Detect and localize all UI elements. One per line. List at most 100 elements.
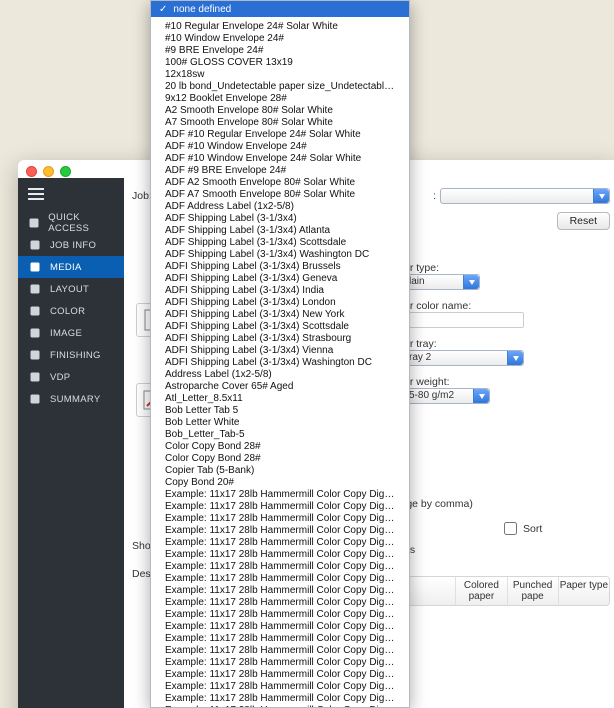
dropdown-list: #10 Regular Envelope 24# Solar White#10 … [151, 17, 409, 708]
dropdown-item[interactable]: ADFI Shipping Label (3-1/3x4) Brussels [151, 261, 409, 273]
dropdown-item[interactable]: Bob Letter Tab 5 [151, 405, 409, 417]
dropdown-item[interactable]: ADF Address Label (1x2-5/8) [151, 201, 409, 213]
color-icon [28, 304, 42, 318]
dropdown-item[interactable]: Example: 11x17 28lb Hammermill Color Cop… [151, 501, 409, 513]
dropdown-item[interactable]: Example: 11x17 28lb Hammermill Color Cop… [151, 657, 409, 669]
dropdown-item[interactable]: ADFI Shipping Label (3-1/3x4) Geneva [151, 273, 409, 285]
dropdown-item[interactable]: Astroparche Cover 65# Aged [151, 381, 409, 393]
dropdown-item[interactable]: Example: 11x17 28lb Hammermill Color Cop… [151, 621, 409, 633]
window-min[interactable] [43, 166, 54, 177]
dropdown-item[interactable]: ADFI Shipping Label (3-1/3x4) Vienna [151, 345, 409, 357]
job-label: Job: [132, 190, 152, 202]
dropdown-item[interactable]: Bob Letter White [151, 417, 409, 429]
dropdown-item[interactable]: Example: 11x17 28lb Hammermill Color Cop… [151, 537, 409, 549]
dropdown-item[interactable]: 12x18sw [151, 69, 409, 81]
dropdown-item[interactable]: ADFI Shipping Label (3-1/3x4) Strasbourg [151, 333, 409, 345]
dropdown-item[interactable]: Example: 11x17 28lb Hammermill Color Cop… [151, 549, 409, 561]
dropdown-item[interactable]: Example: 11x17 28lb Hammermill Color Cop… [151, 693, 409, 705]
dropdown-item[interactable]: ADF Shipping Label (3-1/3x4) Washington … [151, 249, 409, 261]
sidebar-item-job-info[interactable]: JOB INFO [18, 234, 124, 256]
sidebar-item-media[interactable]: MEDIA [18, 256, 124, 278]
dropdown-item[interactable]: ADFI Shipping Label (3-1/3x4) London [151, 297, 409, 309]
dropdown-item[interactable]: Copy Bond 20# [151, 477, 409, 489]
sidebar-item-quick-access[interactable]: QUICK ACCESS [18, 212, 124, 234]
dropdown-item[interactable]: ADF #10 Regular Envelope 24# Solar White [151, 129, 409, 141]
paper-catalog-dropdown[interactable]: none defined #10 Regular Envelope 24# So… [150, 0, 410, 708]
dropdown-item[interactable]: Bob_Letter_Tab-5 [151, 429, 409, 441]
dropdown-item[interactable]: Example: 11x17 28lb Hammermill Color Cop… [151, 669, 409, 681]
window-controls [26, 166, 71, 177]
dropdown-selected[interactable]: none defined [151, 1, 409, 17]
dropdown-item[interactable]: ADFI Shipping Label (3-1/3x4) India [151, 285, 409, 297]
sidebar-item-label: IMAGE [50, 328, 82, 339]
sort-checkbox[interactable] [504, 522, 517, 535]
dropdown-item[interactable]: ADF #10 Window Envelope 24# [151, 141, 409, 153]
dropdown-item[interactable]: #9 BRE Envelope 24# [151, 45, 409, 57]
col-4[interactable]: Paper type [558, 577, 609, 605]
dropdown-item[interactable]: 20 lb bond_Undetectable paper size_Undet… [151, 81, 409, 93]
sort-label: Sort [523, 523, 542, 535]
dropdown-item[interactable]: A2 Smooth Envelope 80# Solar White [151, 105, 409, 117]
dropdown-item[interactable]: #10 Regular Envelope 24# Solar White [151, 21, 409, 33]
sidebar: QUICK ACCESS JOB INFO MEDIA LAYOUTCOLOR IMAG… [18, 178, 124, 708]
window-max[interactable] [60, 166, 71, 177]
dropdown-item[interactable]: Example: 11x17 28lb Hammermill Color Cop… [151, 525, 409, 537]
right-top-select[interactable] [440, 188, 610, 204]
paper-tray-select[interactable]: ray 2 [404, 350, 524, 366]
finishing-icon [28, 348, 42, 362]
sidebar-item-finishing[interactable]: FINISHING [18, 344, 124, 366]
dropdown-item[interactable]: Example: 11x17 28lb Hammermill Color Cop… [151, 597, 409, 609]
dropdown-item[interactable]: ADF Shipping Label (3-1/3x4) [151, 213, 409, 225]
dropdown-item[interactable]: ADFI Shipping Label (3-1/3x4) Washington… [151, 357, 409, 369]
dropdown-item[interactable]: Example: 11x17 28lb Hammermill Color Cop… [151, 513, 409, 525]
vdp-icon [28, 370, 42, 384]
reset-button[interactable]: Reset [557, 212, 610, 230]
col-1[interactable] [405, 577, 455, 605]
paper-weight-select[interactable]: 5-80 g/m2 [404, 388, 490, 404]
dropdown-item[interactable]: ADF #10 Window Envelope 24# Solar White [151, 153, 409, 165]
hamburger-icon[interactable] [28, 188, 44, 202]
paper-color-input[interactable] [404, 312, 524, 328]
sidebar-item-layout[interactable]: LAYOUT [18, 278, 124, 300]
sidebar-item-label: JOB INFO [50, 240, 96, 251]
dropdown-item[interactable]: Example: 11x17 28lb Hammermill Color Cop… [151, 633, 409, 645]
sidebar-item-summary[interactable]: SUMMARY [18, 388, 124, 410]
dropdown-selected-label: none defined [173, 4, 231, 15]
dropdown-item[interactable]: ADF A7 Smooth Envelope 80# Solar White [151, 189, 409, 201]
sidebar-item-label: QUICK ACCESS [48, 212, 114, 234]
dropdown-item[interactable]: Color Copy Bond 28# [151, 441, 409, 453]
dropdown-item[interactable]: Atl_Letter_8.5x11 [151, 393, 409, 405]
dropdown-item[interactable]: ADF Shipping Label (3-1/3x4) Atlanta [151, 225, 409, 237]
dropdown-item[interactable]: Example: 11x17 28lb Hammermill Color Cop… [151, 585, 409, 597]
dropdown-item[interactable]: Example: 11x17 28lb Hammermill Color Cop… [151, 561, 409, 573]
dropdown-item[interactable]: ADFI Shipping Label (3-1/3x4) Scottsdale [151, 321, 409, 333]
dropdown-item[interactable]: 9x12 Booklet Envelope 28# [151, 93, 409, 105]
sidebar-item-color[interactable]: COLOR [18, 300, 124, 322]
sidebar-item-vdp[interactable]: VDP [18, 366, 124, 388]
dropdown-item[interactable]: A7 Smooth Envelope 80# Solar White [151, 117, 409, 129]
window-close[interactable] [26, 166, 37, 177]
dropdown-item[interactable]: Example: 11x17 28lb Hammermill Color Cop… [151, 681, 409, 693]
col-2[interactable]: Colored paper [455, 577, 506, 605]
dropdown-item[interactable]: ADF A2 Smooth Envelope 80# Solar White [151, 177, 409, 189]
dropdown-item[interactable]: Example: 11x17 28lb Hammermill Color Cop… [151, 645, 409, 657]
sidebar-item-image[interactable]: IMAGE [18, 322, 124, 344]
col-3[interactable]: Punched pape [507, 577, 558, 605]
sidebar-item-label: MEDIA [50, 262, 82, 273]
dropdown-item[interactable]: Address Label (1x2-5/8) [151, 369, 409, 381]
paper-type-select[interactable]: lain [404, 274, 480, 290]
dropdown-item[interactable]: Copier Tab (5-Bank) [151, 465, 409, 477]
dropdown-item[interactable]: 100# GLOSS COVER 13x19 [151, 57, 409, 69]
sidebar-item-label: VDP [50, 372, 70, 383]
dropdown-item[interactable]: ADFI Shipping Label (3-1/3x4) New York [151, 309, 409, 321]
dropdown-item[interactable]: Example: 11x17 28lb Hammermill Color Cop… [151, 609, 409, 621]
dropdown-item[interactable]: ADF Shipping Label (3-1/3x4) Scottsdale [151, 237, 409, 249]
check-icon [159, 4, 167, 15]
paper-type-value: lain [409, 276, 425, 287]
dropdown-item[interactable]: Color Copy Bond 28# [151, 453, 409, 465]
dropdown-item[interactable]: Example: 11x17 28lb Hammermill Color Cop… [151, 573, 409, 585]
dropdown-item[interactable]: #10 Window Envelope 24# [151, 33, 409, 45]
dropdown-item[interactable]: Example: 11x17 28lb Hammermill Color Cop… [151, 489, 409, 501]
dropdown-item[interactable]: ADF #9 BRE Envelope 24# [151, 165, 409, 177]
paper-color-label: er color name: [404, 300, 606, 312]
